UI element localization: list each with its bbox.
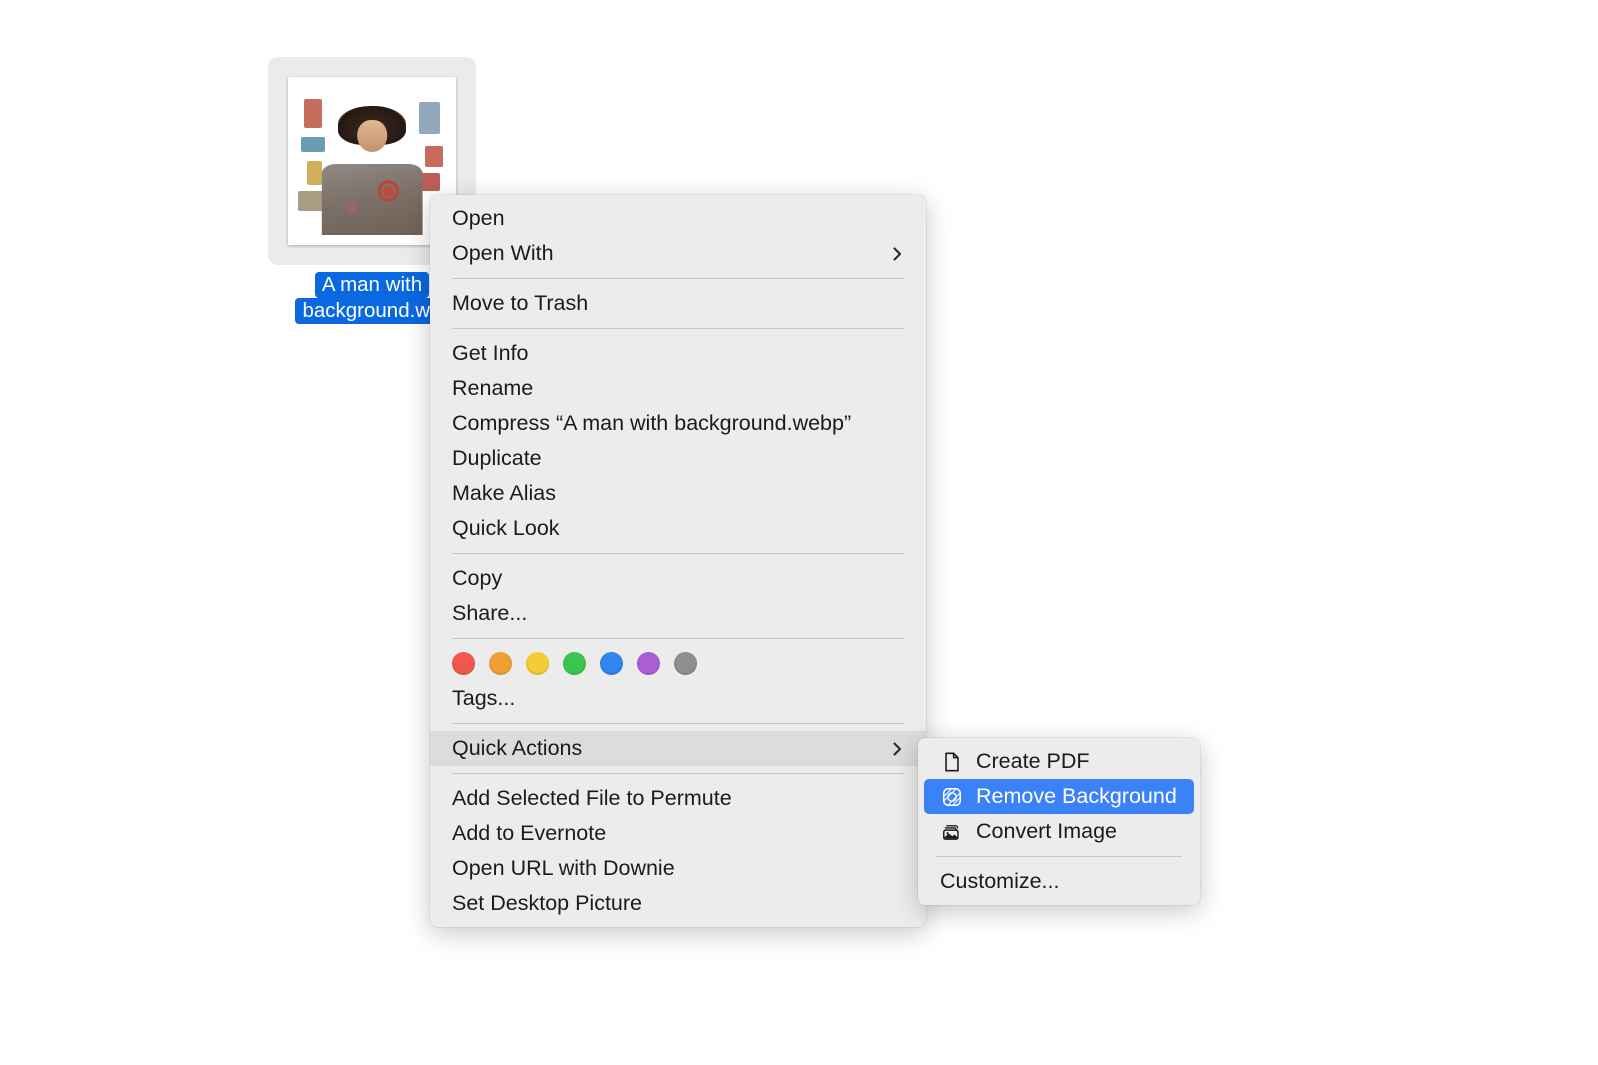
menu-item-make-alias[interactable]: Make Alias <box>430 476 926 511</box>
menu-item-add-to-permute[interactable]: Add Selected File to Permute <box>430 781 926 816</box>
menu-item-quick-actions[interactable]: Quick Actions <box>430 731 926 766</box>
tag-dot-grey[interactable] <box>674 652 697 675</box>
tag-color-row[interactable] <box>430 646 926 681</box>
menu-item-get-info[interactable]: Get Info <box>430 336 926 371</box>
tag-dot-orange[interactable] <box>489 652 512 675</box>
menu-item-label: Tags... <box>452 686 516 710</box>
menu-item-tags[interactable]: Tags... <box>430 681 926 716</box>
context-menu[interactable]: Open Open With Move to Trash Get Info Re… <box>430 195 926 927</box>
menu-item-rename[interactable]: Rename <box>430 371 926 406</box>
menu-item-label: Open <box>452 206 505 230</box>
menu-item-label: Make Alias <box>452 481 556 505</box>
menu-item-quick-look[interactable]: Quick Look <box>430 511 926 546</box>
menu-item-label: Quick Look <box>452 516 560 540</box>
menu-item-compress[interactable]: Compress “A man with background.webp” <box>430 406 926 441</box>
menu-item-add-to-evernote[interactable]: Add to Evernote <box>430 816 926 851</box>
tag-dot-red[interactable] <box>452 652 475 675</box>
file-name-line-2: background.we <box>295 298 449 324</box>
submenu-item-label: Customize... <box>940 869 1060 893</box>
menu-separator <box>452 328 904 329</box>
menu-item-set-desktop-picture[interactable]: Set Desktop Picture <box>430 886 926 921</box>
menu-item-duplicate[interactable]: Duplicate <box>430 441 926 476</box>
menu-item-label: Set Desktop Picture <box>452 891 643 915</box>
document-icon <box>940 750 964 774</box>
menu-item-label: Open URL with Downie <box>452 856 675 880</box>
tag-dot-blue[interactable] <box>600 652 623 675</box>
menu-item-copy[interactable]: Copy <box>430 561 926 596</box>
quick-actions-submenu[interactable]: Create PDF Remove Background Convert Ima… <box>918 738 1200 905</box>
menu-item-label: Move to Trash <box>452 291 589 315</box>
menu-item-label: Rename <box>452 376 534 400</box>
menu-item-label: Copy <box>452 566 503 590</box>
thumbnail-figure-shirt <box>321 163 423 235</box>
file-name-line-1: A man with <box>314 272 430 298</box>
thumbnail-figure-face <box>357 119 387 153</box>
submenu-item-label: Convert Image <box>976 819 1118 843</box>
tag-dot-purple[interactable] <box>637 652 660 675</box>
menu-item-label: Open With <box>452 241 554 265</box>
submenu-item-label: Remove Background <box>976 784 1177 808</box>
menu-item-label: Quick Actions <box>452 736 583 760</box>
tag-dot-yellow[interactable] <box>526 652 549 675</box>
menu-item-label: Duplicate <box>452 446 542 470</box>
chevron-right-icon <box>890 741 904 756</box>
chevron-right-icon <box>890 246 904 261</box>
tag-dot-green[interactable] <box>563 652 586 675</box>
menu-item-label: Add Selected File to Permute <box>452 786 732 810</box>
submenu-item-remove-background[interactable]: Remove Background <box>924 779 1194 814</box>
menu-item-move-to-trash[interactable]: Move to Trash <box>430 286 926 321</box>
menu-item-open-with[interactable]: Open With <box>430 236 926 271</box>
thumbnail-artwork <box>298 87 446 235</box>
submenu-separator <box>936 856 1182 857</box>
submenu-item-convert-image[interactable]: Convert Image <box>924 814 1194 849</box>
menu-item-label: Get Info <box>452 341 529 365</box>
submenu-item-label: Create PDF <box>976 749 1090 773</box>
menu-item-label: Compress “A man with background.webp” <box>452 411 852 435</box>
menu-separator <box>452 638 904 639</box>
menu-separator <box>452 723 904 724</box>
menu-item-label: Add to Evernote <box>452 821 607 845</box>
menu-item-open[interactable]: Open <box>430 201 926 236</box>
menu-separator <box>452 278 904 279</box>
menu-item-open-url-with-downie[interactable]: Open URL with Downie <box>430 851 926 886</box>
menu-separator <box>452 553 904 554</box>
submenu-item-customize[interactable]: Customize... <box>924 864 1194 899</box>
photo-stack-icon <box>940 820 964 844</box>
menu-item-label: Share... <box>452 601 528 625</box>
menu-item-share[interactable]: Share... <box>430 596 926 631</box>
remove-background-icon <box>940 785 964 809</box>
file-name-label[interactable]: A man with background.we <box>295 272 449 324</box>
submenu-item-create-pdf[interactable]: Create PDF <box>924 744 1194 779</box>
menu-separator <box>452 773 904 774</box>
